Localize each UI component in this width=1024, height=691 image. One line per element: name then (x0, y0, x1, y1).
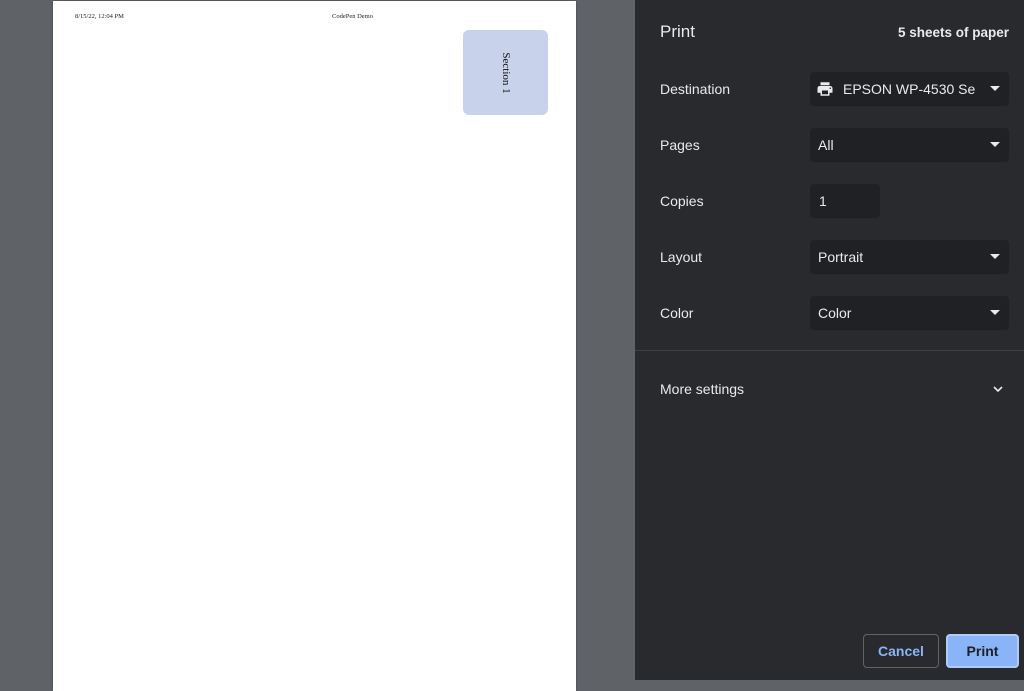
layout-label: Layout (660, 249, 703, 265)
color-value: Color (818, 305, 852, 321)
caret-down-icon (990, 86, 1000, 91)
caret-down-icon (990, 310, 1000, 315)
more-settings-toggle[interactable]: More settings (635, 371, 1024, 407)
page-header-date: 8/15/22, 12:04 PM (75, 13, 124, 20)
cancel-button[interactable]: Cancel (863, 634, 939, 668)
destination-row: Destination EPSON WP-4530 Series (635, 72, 1024, 106)
copies-input[interactable] (810, 184, 880, 218)
preview-page: 8/15/22, 12:04 PM CodePen Demo Section 1 (53, 1, 576, 691)
divider (635, 350, 1024, 351)
print-button[interactable]: Print (946, 634, 1019, 668)
copies-row: Copies (635, 184, 1024, 218)
caret-down-icon (990, 142, 1000, 147)
color-label: Color (660, 305, 694, 321)
pages-value: All (818, 137, 834, 153)
more-settings-label: More settings (660, 381, 745, 397)
print-preview-area: 8/15/22, 12:04 PM CodePen Demo Section 1 (0, 0, 635, 691)
printer-icon (817, 82, 833, 96)
panel-title: Print (660, 22, 695, 41)
destination-value: EPSON WP-4530 Series (843, 81, 976, 97)
pages-label: Pages (660, 137, 700, 153)
chevron-down-icon (993, 386, 1003, 393)
color-select[interactable]: Color (810, 296, 1009, 330)
layout-row: Layout Portrait (635, 240, 1024, 274)
destination-select[interactable]: EPSON WP-4530 Series (810, 72, 1009, 106)
caret-down-icon (990, 254, 1000, 259)
page-header-title: CodePen Demo (332, 13, 373, 20)
pages-row: Pages All (635, 128, 1024, 162)
section-box: Section 1 (463, 30, 548, 115)
section-label: Section 1 (499, 51, 512, 94)
color-row: Color Color (635, 296, 1024, 330)
sheet-count: 5 sheets of paper (897, 25, 1009, 40)
copies-label: Copies (660, 193, 704, 209)
print-settings-panel: Print 5 sheets of paper Destination EPSO… (635, 0, 1024, 680)
pages-select[interactable]: All (810, 128, 1009, 162)
destination-label: Destination (660, 81, 731, 97)
layout-select[interactable]: Portrait (810, 240, 1009, 274)
layout-value: Portrait (818, 249, 864, 265)
